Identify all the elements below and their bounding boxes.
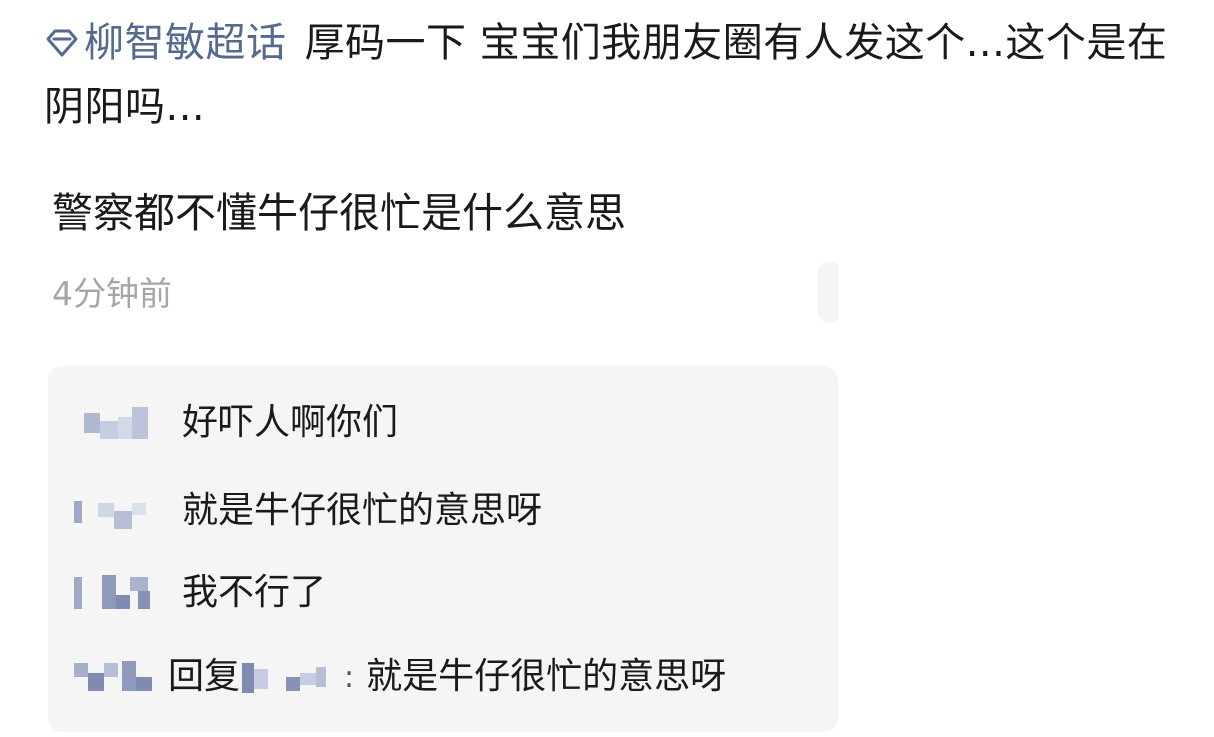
comment-text: 就是牛仔很忙的意思呀 — [366, 656, 727, 697]
moment-timestamp: 4分钟前 — [52, 274, 172, 313]
blurred-username — [74, 401, 164, 445]
comment-text: 就是牛仔很忙的意思呀 — [182, 490, 543, 531]
blurred-reply-target — [242, 655, 338, 699]
comment-item: 就是牛仔很忙的意思呀 — [74, 484, 542, 538]
comment-text: 我不行了 — [182, 572, 327, 613]
comment-item: 我不行了 — [74, 566, 326, 620]
blurred-username — [74, 489, 164, 533]
reply-label: 回复 — [168, 656, 241, 697]
reply-separator: : — [344, 659, 355, 695]
topic-tag-label: 柳智敏超话 — [84, 20, 287, 66]
diamond-topic-icon — [44, 14, 80, 76]
comment-item: 回复 : 就是牛仔很忙的意思呀 — [74, 650, 726, 704]
comment-item: 好吓人啊你们 — [74, 396, 398, 450]
moment-text: 警察都不懂牛仔很忙是什么意思 — [52, 189, 626, 237]
action-button-edge — [818, 262, 838, 322]
post-title: 柳智敏超话 厚码一下 宝宝们我朋友圈有人发这个...这个是在阴阳吗... — [44, 12, 1204, 138]
comments-panel: 好吓人啊你们 就是牛仔很忙的意思呀 我不行了 回复: 就是牛仔很忙的意思呀 — [48, 366, 838, 732]
topic-tag-link[interactable]: 柳智敏超话 — [44, 20, 287, 66]
comment-text: 好吓人啊你们 — [182, 402, 399, 443]
blurred-username — [74, 571, 164, 615]
blurred-username — [74, 655, 164, 699]
